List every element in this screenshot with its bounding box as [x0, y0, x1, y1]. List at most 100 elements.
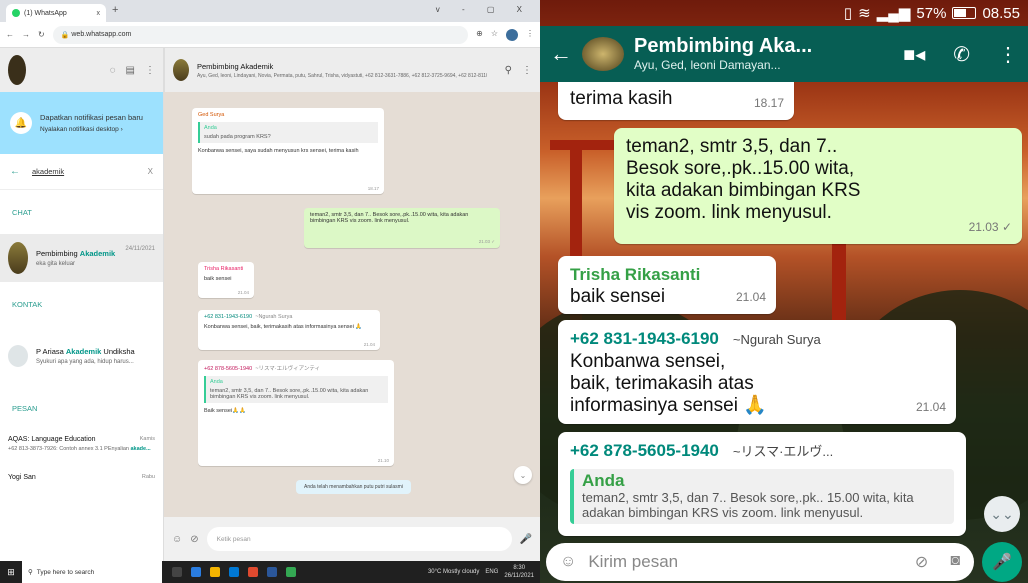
bookmark-star-icon[interactable]: ☆: [491, 29, 498, 41]
screenshot-root: (1) WhatsApp x + v - ▢ X ← → ↻ 🔒 web.wha…: [0, 0, 1028, 583]
message-incoming[interactable]: terima kasih 18.17: [558, 82, 794, 120]
message-composer: ☺ ⊘ Ketik pesan 🎤: [164, 517, 540, 561]
video-call-icon[interactable]: ■◂: [903, 42, 925, 67]
back-arrow-icon[interactable]: ←: [550, 41, 572, 67]
menu-icon[interactable]: ⋮: [998, 42, 1018, 67]
tab-close-icon[interactable]: x: [97, 10, 101, 17]
taskbar-clock[interactable]: 8:30 26/11/2021: [504, 564, 534, 580]
camera-icon[interactable]: ◙: [950, 552, 960, 572]
contact-list-item[interactable]: P Ariasa Akademik Undiksha Syukuri apa y…: [0, 326, 163, 386]
browser-tab[interactable]: (1) WhatsApp x: [6, 4, 106, 22]
powerpoint-icon[interactable]: [248, 567, 258, 577]
group-avatar[interactable]: [173, 59, 189, 81]
wifi-icon: ≋: [858, 5, 871, 22]
phone-chat-header[interactable]: ← Pembimbing Aka... Ayu, Ged, leoni Dama…: [540, 26, 1028, 82]
new-chat-icon[interactable]: ▤: [126, 65, 135, 76]
file-explorer-icon[interactable]: [210, 567, 220, 577]
message-incoming[interactable]: +62 831-1943-6190 ~Ngurah Surya Konbanwa…: [198, 310, 380, 350]
conversation-header[interactable]: Pembimbing Akademik Ayu, Ged, leoni, Lin…: [164, 48, 540, 92]
message-incoming[interactable]: +62 831-1943-6190 ~Ngurah Surya Konbanwa …: [558, 320, 956, 424]
profile-avatar[interactable]: [506, 28, 518, 41]
url-text: web.whatsapp.com: [71, 31, 132, 38]
edge-icon[interactable]: [191, 567, 201, 577]
address-bar[interactable]: 🔒 web.whatsapp.com: [52, 25, 469, 44]
message-input-pill[interactable]: ☺ Kirim pesan ⊘ ◙: [546, 542, 974, 581]
language-indicator[interactable]: ENG: [485, 569, 498, 575]
search-back-icon[interactable]: ←: [10, 166, 20, 177]
quoted-message[interactable]: Anda sudah pada program KRS?: [198, 122, 378, 143]
browser-tab-strip: (1) WhatsApp x + v - ▢ X: [0, 0, 540, 22]
notification-banner[interactable]: 🔔 Dapatkan notifikasi pesan baru Nyalaka…: [0, 92, 163, 154]
message-sender: +62 878-5605-1940 ~リスマ·エルヴ...: [570, 441, 834, 460]
message-incoming[interactable]: Trisha Rikasanti baik sensei 21.04: [558, 256, 776, 314]
whatsapp-sidebar: ◌ ▤ ⋮ 🔔 Dapatkan notifikasi pesan baru N…: [0, 48, 164, 561]
taskbar-search[interactable]: ⚲ Type here to search: [22, 561, 162, 583]
microphone-icon[interactable]: 🎤: [520, 534, 532, 545]
message-search-result[interactable]: Yogi San Rabu: [0, 474, 163, 481]
group-avatar[interactable]: [582, 37, 624, 71]
chat-last-message: eka gita keluar: [36, 261, 76, 267]
quoted-message[interactable]: Anda teman2, smtr 3,5, dan 7.. Besok sor…: [570, 469, 954, 524]
sender-pushname: ~リスマ·エルヴ...: [732, 444, 834, 459]
message-incoming[interactable]: +62 878-5605-1940 ~リスマ·エルヴィアンティ Anda tem…: [198, 360, 394, 466]
attach-icon[interactable]: ⊘: [190, 534, 198, 545]
message-time: 21.04: [363, 342, 375, 347]
group-avatar: [8, 242, 28, 274]
message-incoming[interactable]: Trisha Rikasanti baik sensei 21.04: [198, 262, 254, 298]
reload-icon[interactable]: ↻: [38, 30, 45, 39]
message-time: 21.03 ✓: [478, 239, 495, 244]
notification-title: Dapatkan notifikasi pesan baru: [40, 113, 143, 122]
status-icon[interactable]: ◌: [110, 65, 116, 76]
word-icon[interactable]: [267, 567, 277, 577]
forward-arrow-icon[interactable]: →: [22, 30, 30, 39]
group-members: Ayu, Ged, leoni, Lindayani, Novia, Perma…: [197, 72, 487, 79]
section-pesan-label: PESAN: [0, 386, 163, 430]
message-outgoing[interactable]: teman2, smtr 3,5, dan 7.. Besok sore,.pk…: [614, 128, 1022, 244]
windows-start-icon[interactable]: ⊞: [0, 561, 22, 583]
store-icon[interactable]: [229, 567, 239, 577]
window-controls[interactable]: v - ▢ X: [436, 5, 532, 14]
signal-icon: ▂▄▆: [876, 5, 911, 22]
message-text: baik sensei: [570, 286, 666, 307]
emoji-icon[interactable]: ☺: [560, 553, 576, 571]
message-input[interactable]: Kirim pesan: [588, 552, 678, 572]
quoted-text: sudah pada program KRS?: [204, 134, 271, 140]
message-outgoing[interactable]: teman2, smtr 3,5, dan 7.. Besok sore,.pk…: [304, 208, 500, 248]
sidebar-header: ◌ ▤ ⋮: [0, 48, 163, 92]
message-input[interactable]: Ketik pesan: [206, 527, 512, 551]
weather-text[interactable]: 30°C Mostly cloudy: [428, 569, 479, 575]
microphone-button[interactable]: 🎤: [982, 541, 1022, 582]
voice-call-icon[interactable]: ✆: [953, 42, 970, 67]
scroll-down-icon[interactable]: ⌄: [514, 466, 532, 484]
back-arrow-icon[interactable]: ←: [6, 30, 14, 39]
menu-icon[interactable]: ⋮: [522, 65, 532, 76]
menu-icon[interactable]: ⋮: [145, 65, 155, 76]
quoted-message[interactable]: Anda teman2, smtr 3,5, dan 7.. Besok sor…: [204, 376, 388, 403]
browser-toolbar: ← → ↻ 🔒 web.whatsapp.com ⊕ ☆ ⋮: [0, 22, 540, 48]
notification-link[interactable]: Nyalakan notifikasi desktop ›: [40, 126, 143, 133]
message-text: baik sensei: [204, 276, 232, 282]
search-input[interactable]: akademik: [32, 167, 64, 176]
whatsapp-conversation: Pembimbing Akademik Ayu, Ged, leoni, Lin…: [164, 48, 540, 561]
message-time: 18.17: [753, 96, 784, 110]
new-tab-icon[interactable]: +: [112, 4, 118, 16]
my-avatar[interactable]: [8, 55, 26, 85]
emoji-icon[interactable]: ☺: [172, 534, 182, 545]
phone-status-bar: ▯ ≋ ▂▄▆ 57% 08.55: [540, 0, 1028, 26]
group-members: Ayu, Ged, leoni Damayan...: [634, 58, 781, 72]
message-incoming[interactable]: Ged Surya Anda sudah pada program KRS? K…: [192, 108, 384, 194]
task-view-icon[interactable]: [172, 567, 182, 577]
chat-list-item[interactable]: Pembimbing Akademik eka gita keluar 24/1…: [0, 234, 163, 282]
message-search-result[interactable]: AQAS: Language Education Kamis +62 813-38…: [0, 430, 163, 474]
scroll-down-icon[interactable]: ⌄⌄: [984, 496, 1020, 532]
browser-menu-icon[interactable]: ⋮: [526, 29, 534, 41]
message-text: teman2, smtr 3,5, dan 7.. Besok sore,.pk…: [310, 212, 469, 224]
attach-icon[interactable]: ⊘: [915, 552, 928, 572]
search-icon[interactable]: ⚲: [505, 65, 512, 76]
extension-icon[interactable]: ⊕: [476, 29, 483, 41]
chrome-icon[interactable]: [286, 567, 296, 577]
message-incoming[interactable]: +62 878-5605-1940 ~リスマ·エルヴ... Anda teman2…: [558, 432, 966, 536]
search-clear-icon[interactable]: X: [148, 167, 153, 176]
phone-screenshot: ▯ ≋ ▂▄▆ 57% 08.55 ← Pembimbing Aka... Ay…: [540, 0, 1028, 583]
chat-search[interactable]: ← akademik X: [0, 154, 163, 190]
